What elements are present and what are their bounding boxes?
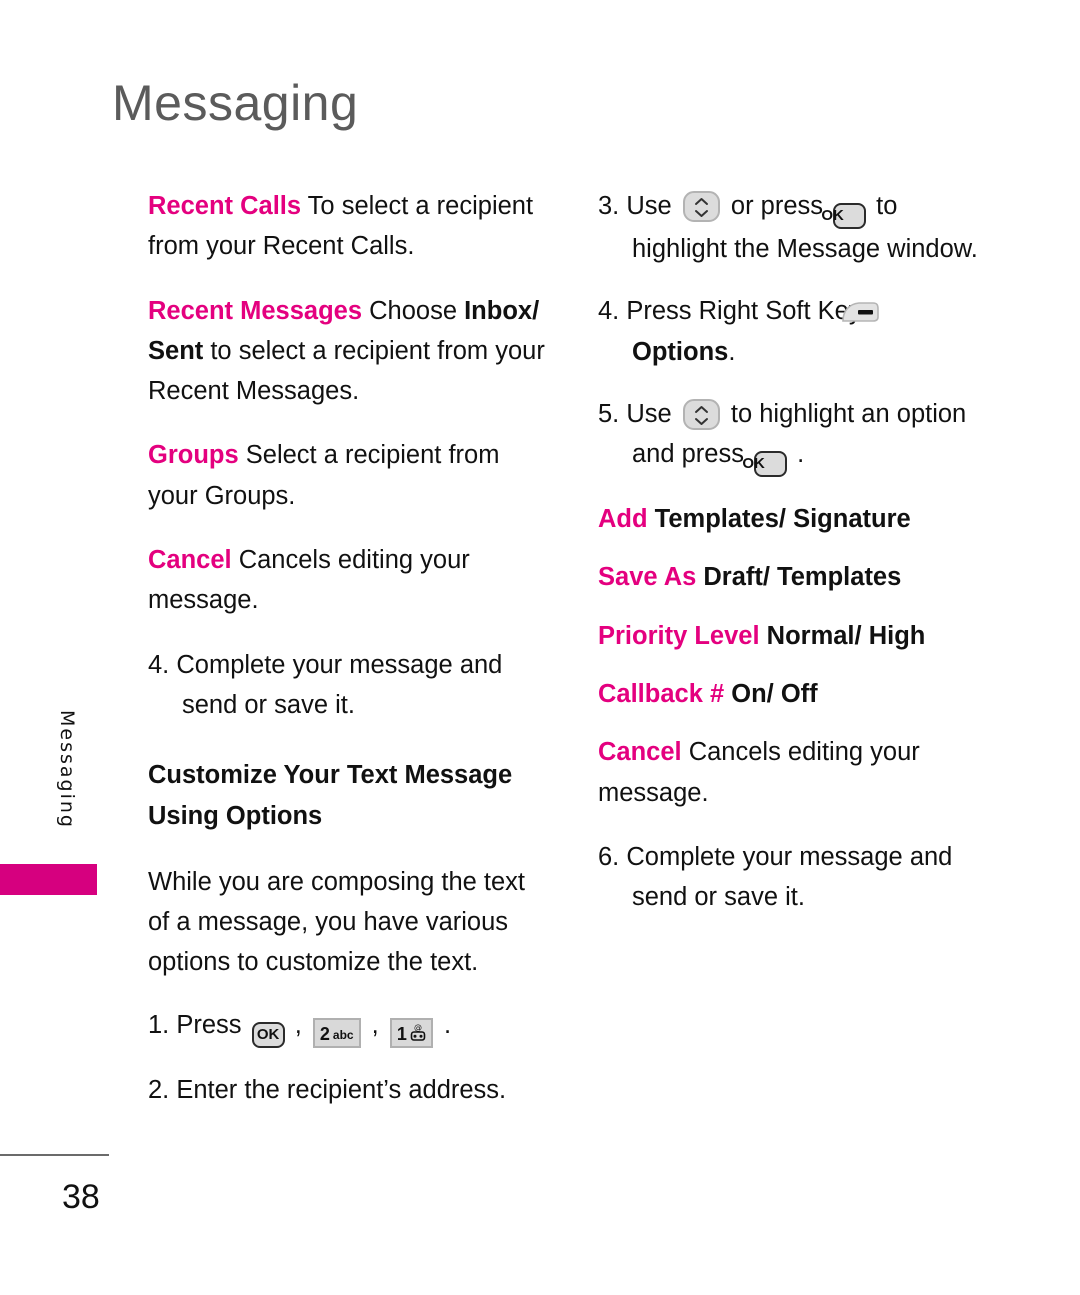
definition-term: Groups [148, 441, 239, 470]
page-title: Messaging [112, 75, 359, 131]
svg-text:@: @ [414, 1023, 422, 1032]
navigation-up-down-key-icon [682, 191, 720, 222]
step-item-1-left: 1. Press OK , 2 abc , 1 @ . [148, 1005, 548, 1048]
keypad-1-voicemail-icon: 1 @ [389, 1017, 433, 1048]
section-tab-marker [0, 864, 97, 895]
option-save-as: Save As Draft/ Templates [598, 557, 998, 597]
left-text-column: Recent Calls To select a recipient from … [148, 186, 548, 1132]
option-term: Callback # [598, 679, 725, 708]
right-soft-key-icon [841, 298, 915, 325]
step-text-pre: 3. Use [598, 192, 679, 220]
option-term: Cancel [598, 738, 682, 767]
step-text-pre: 5. Use [598, 399, 679, 428]
section-tab-label: Messaging [56, 710, 78, 829]
voicemail-glyph: @ [410, 1021, 426, 1047]
step-separator-2: , [364, 1010, 386, 1039]
definition-description-post: to select a recipient from your Recent M… [148, 336, 545, 406]
step-item-3-right: 3. Use or press OK to highlight the Mess… [598, 186, 998, 269]
option-value: Templates/ Signature [647, 505, 911, 534]
page-number: 38 [62, 1178, 100, 1216]
option-value: Draft/ Templates [696, 563, 902, 592]
option-value: Normal/ High [759, 621, 926, 650]
step-text-mid: or press [723, 192, 831, 220]
definition-recent-calls: Recent Calls To select a recipient from … [148, 186, 548, 267]
definition-term: Recent Messages [148, 296, 363, 325]
step-emphasis: Options [632, 337, 729, 366]
definition-term: Cancel [148, 545, 232, 574]
footer-divider [0, 1154, 109, 1156]
step-text-pre: 4. Press Right Soft Key [598, 297, 869, 326]
ok-key-icon: OK [821, 203, 867, 229]
right-text-column: 3. Use or press OK to highlight the Mess… [598, 186, 998, 939]
definition-recent-messages: Recent Messages Choose Inbox/ Sent to se… [148, 291, 548, 412]
keypad-letters: abc [332, 1027, 354, 1042]
intro-paragraph: While you are composing the text of a me… [148, 867, 526, 977]
definition-description-pre: Choose [362, 296, 465, 325]
section-heading: Customize Your Text Message Using Option… [148, 755, 548, 838]
step-item-4-right: 4. Press Right Soft Key Options. [598, 291, 998, 372]
option-value: On/ Off [724, 679, 818, 708]
keypad-digit: 2 [319, 1023, 330, 1044]
step-item-2-left: 2. Enter the recipient’s address. [148, 1075, 507, 1104]
ok-key-icon: OK [742, 451, 788, 478]
option-term: Priority Level [598, 621, 760, 650]
definition-cancel: Cancel Cancels editing your message. [148, 540, 548, 621]
option-priority-level: Priority Level Normal/ High [598, 616, 998, 656]
step-text-post: . [790, 440, 805, 469]
section-heading-line2: Using Options [148, 802, 323, 831]
step-item-6-right: 6. Complete your message and send or sav… [598, 842, 953, 912]
option-term: Add [598, 505, 648, 534]
option-term: Save As [598, 563, 697, 592]
option-callback-number: Callback # On/ Off [598, 674, 998, 714]
step-text-end: . [436, 1010, 452, 1039]
section-heading-line1: Customize Your Text Message [148, 761, 513, 790]
step-item-4-left: 4. Complete your message and send or sav… [148, 650, 503, 719]
step-separator-1: , [287, 1010, 309, 1039]
step-text-pre: 1. Press [148, 1010, 249, 1039]
step-text-post: . [728, 337, 736, 366]
definition-groups: Groups Select a recipient from your Grou… [148, 435, 548, 516]
keypad-digit: 1 [396, 1023, 407, 1044]
option-cancel: Cancel Cancels editing your message. [598, 732, 998, 813]
definition-term: Recent Calls [148, 192, 302, 220]
option-add: Add Templates/ Signature [598, 499, 998, 539]
ok-key-icon: OK [251, 1021, 285, 1048]
step-item-5-right: 5. Use to highlight an option and press … [598, 394, 998, 478]
keypad-2-abc-icon: 2 abc [312, 1017, 361, 1048]
navigation-up-down-key-icon [682, 398, 720, 430]
